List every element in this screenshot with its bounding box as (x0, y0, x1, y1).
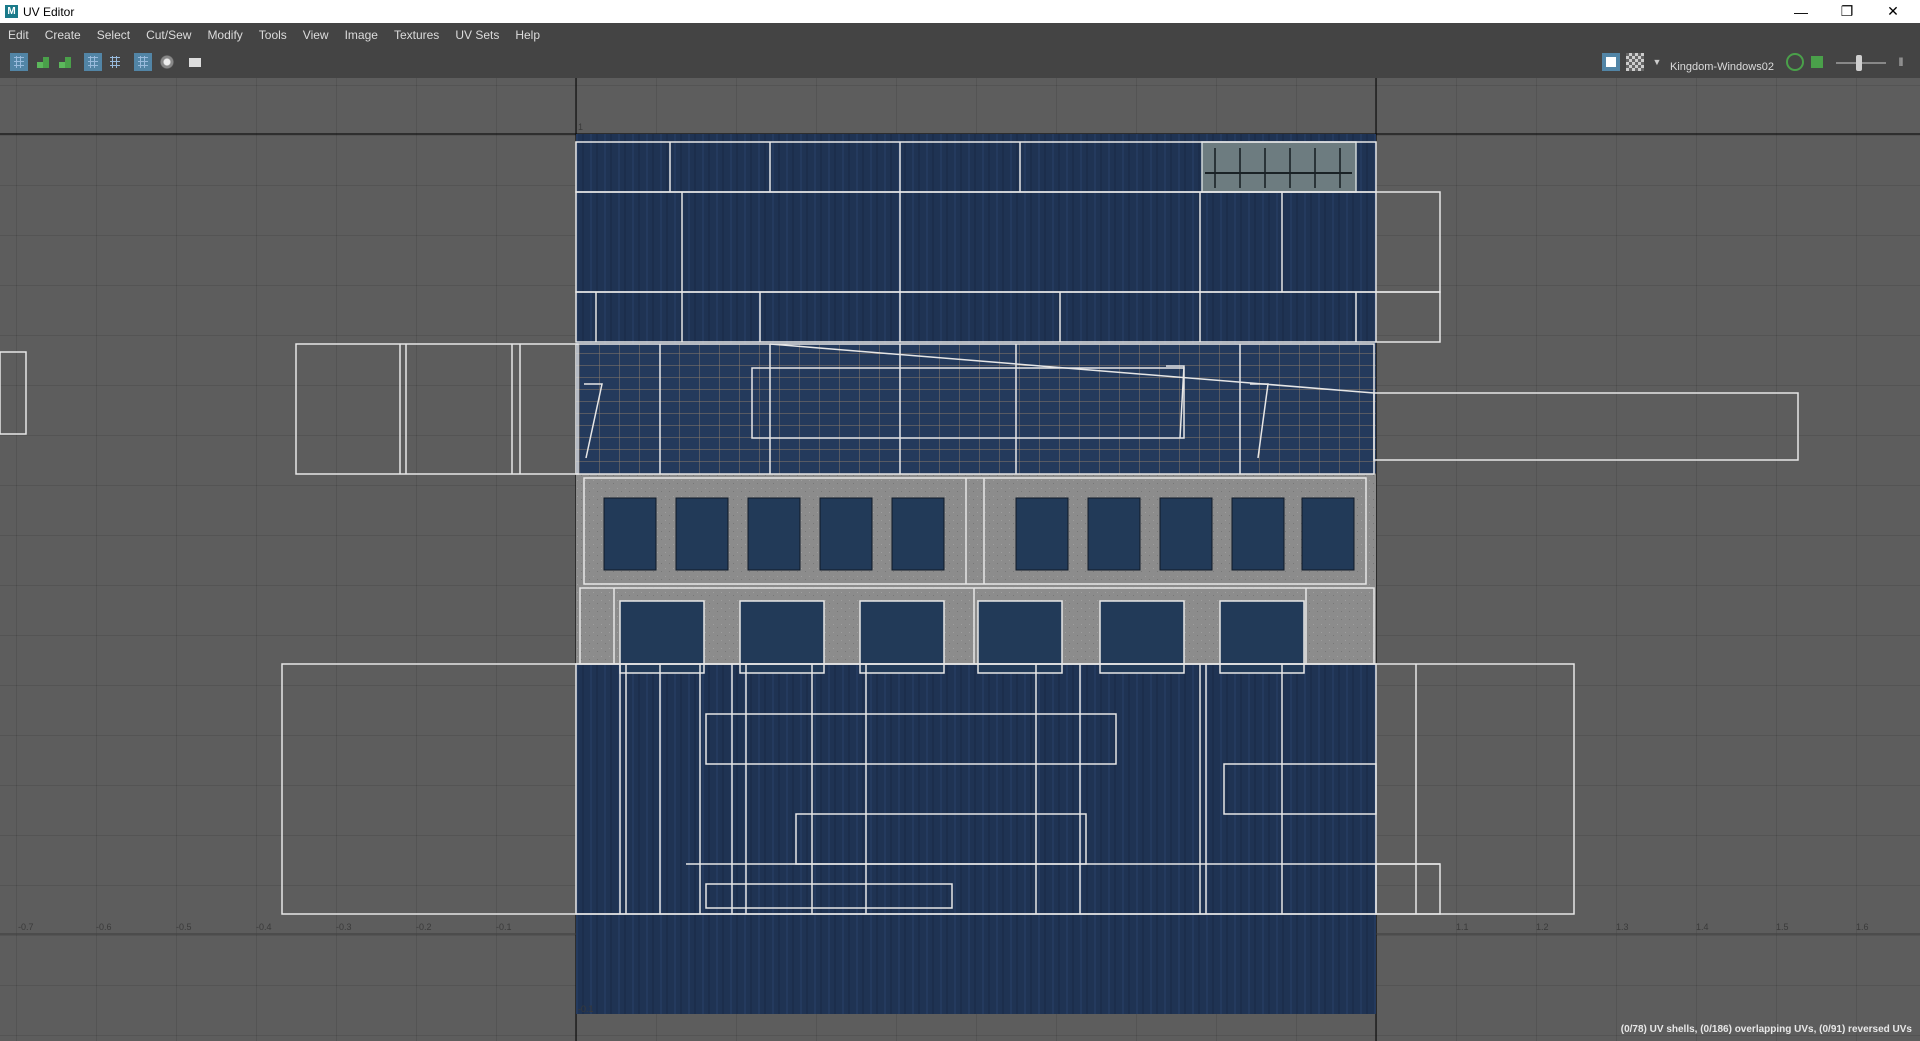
close-button[interactable]: ✕ (1870, 0, 1916, 23)
texture-grid-band (576, 344, 1376, 474)
uv-shell-icon[interactable] (10, 53, 28, 71)
dropdown-arrow-icon[interactable]: ▼ (1648, 53, 1666, 71)
shaded-toggle-icon[interactable] (158, 53, 176, 71)
tick-label: -0.3 (336, 922, 352, 932)
menu-modify[interactable]: Modify (199, 28, 250, 42)
tick-label: 1.4 (1696, 922, 1709, 932)
menu-select[interactable]: Select (89, 28, 138, 42)
tick-label: 1.1 (1456, 922, 1469, 932)
uv-toolbar: ▼ Kingdom-Windows02 ‖ (0, 46, 1920, 78)
tick-label-bottom: -0.1 (578, 1004, 594, 1014)
uv-green-icon[interactable] (34, 53, 52, 71)
menu-tools[interactable]: Tools (251, 28, 295, 42)
menu-cut-sew[interactable]: Cut/Sew (138, 28, 199, 42)
uv-set-name[interactable]: Kingdom-Windows02 (1670, 61, 1774, 73)
texture-mid-band (576, 312, 1376, 344)
exposure-slider-thumb[interactable] (1856, 55, 1862, 71)
texture-thumbnail (1201, 141, 1357, 193)
grid-toggle-icon[interactable] (134, 53, 152, 71)
tick-label: 1.6 (1856, 922, 1869, 932)
uv-green-alt-icon[interactable] (56, 53, 74, 71)
tick-label: 1.5 (1776, 922, 1789, 932)
tick-label: -0.6 (96, 922, 112, 932)
menu-create[interactable]: Create (37, 28, 89, 42)
tick-label: -0.7 (18, 922, 34, 932)
restore-button[interactable]: ❐ (1824, 0, 1870, 23)
menu-uv-sets[interactable]: UV Sets (447, 28, 507, 42)
uv-canvas[interactable]: -0.7 -0.6 -0.5 -0.4 -0.3 -0.2 -0.1 1.1 1… (0, 78, 1920, 1041)
tick-label: -0.5 (176, 922, 192, 932)
window-titlebar: M UV Editor — ❐ ✕ (0, 0, 1920, 23)
menu-help[interactable]: Help (507, 28, 548, 42)
menu-bar: Edit Create Select Cut/Sew Modify Tools … (0, 23, 1920, 46)
menu-view[interactable]: View (295, 28, 337, 42)
uv-viewport[interactable]: -0.7 -0.6 -0.5 -0.4 -0.3 -0.2 -0.1 1.1 1… (0, 78, 1920, 1041)
menu-edit[interactable]: Edit (0, 28, 37, 42)
snapshot-icon[interactable] (186, 53, 204, 71)
tick-label: -0.1 (496, 922, 512, 932)
refresh-icon[interactable] (1786, 53, 1804, 71)
menu-textures[interactable]: Textures (386, 28, 447, 42)
tick-label-top: 1 (578, 122, 583, 132)
texture-bottom-band (576, 664, 1376, 1014)
grid-dotted-icon[interactable] (106, 53, 124, 71)
menu-image[interactable]: Image (337, 28, 386, 42)
maya-app-icon: M (5, 5, 18, 18)
image-icon[interactable] (1808, 53, 1826, 71)
window-title: UV Editor (23, 4, 75, 19)
uv-status-readout: (0/78) UV shells, (0/186) overlapping UV… (1620, 1024, 1912, 1035)
grid-frame-icon[interactable] (84, 53, 102, 71)
tick-label: 1.2 (1536, 922, 1549, 932)
checker-icon[interactable] (1626, 53, 1644, 71)
expand-icon[interactable]: ‖ (1892, 53, 1910, 71)
minimize-button[interactable]: — (1778, 0, 1824, 23)
tick-label: 1.3 (1616, 922, 1629, 932)
texture-display-icon[interactable] (1602, 53, 1620, 71)
tick-label: -0.2 (416, 922, 432, 932)
tick-label: -0.4 (256, 922, 272, 932)
